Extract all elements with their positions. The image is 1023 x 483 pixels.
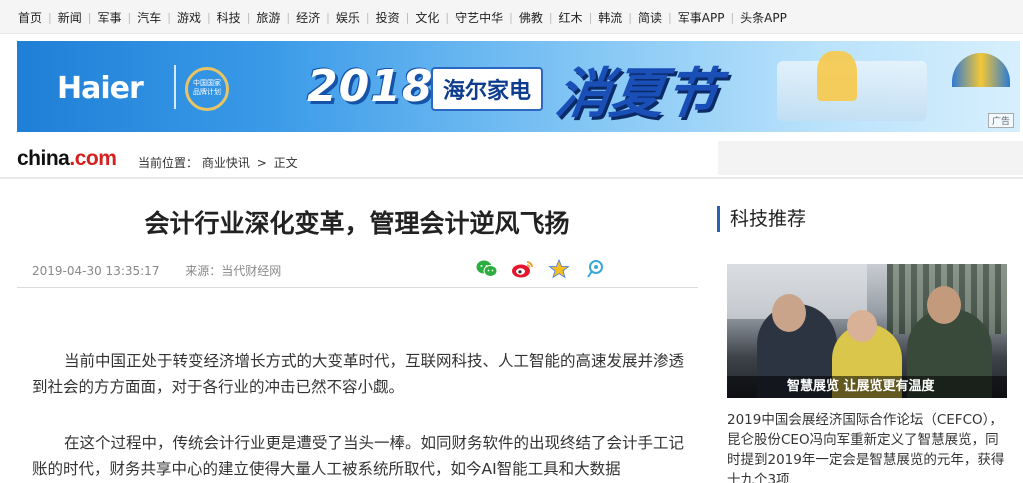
banner-ad[interactable]: Haier 中国国家品牌计划 2018 海尔家电 消夏节 广告 (17, 41, 1020, 132)
nav-separator: | (206, 10, 211, 24)
nav-link[interactable]: 汽车 (137, 9, 161, 26)
nav-separator: | (730, 10, 735, 24)
nav-link[interactable]: 文化 (415, 9, 439, 26)
nav-link[interactable]: 军事 (97, 9, 121, 26)
nav-separator: | (548, 10, 553, 24)
tencent-weibo-icon[interactable] (582, 257, 608, 281)
photo-person-head (772, 294, 806, 332)
nav-item[interactable]: | 佛教 (503, 9, 543, 26)
nav-separator: | (405, 10, 410, 24)
nav-item[interactable]: | 军事APP (662, 9, 724, 26)
nav-link[interactable]: 娱乐 (336, 9, 360, 26)
nav-link[interactable]: 佛教 (519, 9, 543, 26)
nav-item[interactable]: | 头条APP (724, 9, 786, 26)
nav-separator: | (365, 10, 370, 24)
nav-link[interactable]: 经济 (296, 9, 320, 26)
qzone-icon[interactable] (546, 257, 572, 281)
breadcrumb-section-link[interactable]: 商业快讯 (202, 156, 250, 170)
banner-umbrella-icon (952, 53, 1010, 87)
nav-separator: | (87, 10, 92, 24)
ad-tag: 广告 (987, 113, 1014, 128)
nav-item[interactable]: | 旅游 (241, 9, 281, 26)
site-logo[interactable]: china.com (17, 147, 117, 171)
nav-link[interactable]: 守艺中华 (455, 9, 503, 26)
nav-separator: | (509, 10, 513, 24)
nav-link[interactable]: 首页 (18, 9, 42, 26)
nav-separator: | (286, 10, 291, 24)
nav-list: 首页 | 新闻 | 军事 | 汽车 | 游戏 | 科技 | 旅游 | 经济 | 娱乐 | 投资 | 文化 | 守艺中华 | 佛教… (0, 0, 1023, 34)
article-meta: 2019-04-30 13:35:17 来源：当代财经网 (32, 262, 281, 279)
nav-separator: | (246, 10, 251, 24)
nav-separator: | (326, 10, 330, 24)
banner-festival: 消夏节 (551, 61, 723, 125)
nav-link[interactable]: 旅游 (256, 9, 280, 26)
breadcrumb-arrow: > (256, 156, 267, 170)
banner-year: 2018 (307, 61, 434, 112)
article-source: 来源：当代财经网 (185, 264, 282, 278)
article-title: 会计行业深化变革，管理会计逆风飞扬 (144, 209, 570, 238)
logo-main: china (17, 147, 70, 170)
nav-item[interactable]: | 投资 (360, 9, 400, 26)
breadcrumb-current: 正文 (273, 156, 298, 170)
nav-item[interactable]: | 守艺中华 (439, 9, 503, 26)
banner-brand: Haier (57, 71, 144, 106)
nav-item[interactable]: | 新闻 (42, 9, 82, 26)
banner-badge-icon: 中国国家品牌计划 (185, 67, 229, 111)
banner-people-image (817, 51, 857, 101)
nav-item[interactable]: | 经济 (280, 9, 320, 26)
nav-link[interactable]: 头条APP (740, 9, 787, 26)
nav-link[interactable]: 游戏 (177, 9, 201, 26)
nav-link[interactable]: 投资 (376, 9, 400, 26)
nav-separator: | (167, 10, 171, 24)
nav-separator: | (668, 10, 672, 24)
nav-item[interactable]: | 游戏 (161, 9, 201, 26)
article-paragraph: 在这个过程中，传统会计行业更是遭受了当头一棒。如同财务软件的出现终结了会计手工记… (32, 434, 685, 478)
nav-link[interactable]: 韩流 (598, 9, 622, 26)
banner-product: 海尔家电 (431, 67, 543, 111)
article-date: 2019-04-30 13:35:17 (32, 264, 160, 278)
header-right-strip (718, 141, 1023, 175)
nav-link[interactable]: 简读 (638, 9, 662, 26)
sidebar-title: 科技推荐 (717, 206, 806, 232)
sidebar-story-link[interactable]: 2019中国会展经济国际合作论坛（CEFCO），昆仑股份CEO冯向军重新定义了智… (727, 410, 1007, 483)
banner-divider (174, 65, 176, 109)
site-header: china.com 当前位置： 商业快讯 > 正文 (17, 141, 717, 175)
nav-item[interactable]: | 军事 (82, 9, 122, 26)
nav-link[interactable]: 军事APP (678, 9, 725, 26)
nav-link[interactable]: 红木 (559, 9, 583, 26)
top-nav: 首页 | 新闻 | 军事 | 汽车 | 游戏 | 科技 | 旅游 | 经济 | 娱乐 | 投资 | 文化 | 守艺中华 | 佛教… (0, 0, 1023, 34)
nav-separator: | (445, 10, 450, 24)
nav-separator: | (628, 10, 633, 24)
nav-separator: | (127, 10, 132, 24)
nav-link[interactable]: 新闻 (58, 9, 82, 26)
photo-person-head (927, 286, 961, 324)
header-divider (0, 177, 1023, 179)
nav-item[interactable]: | 文化 (400, 9, 440, 26)
nav-item[interactable]: | 红木 (543, 9, 583, 26)
nav-separator: | (588, 10, 593, 24)
share-bar (474, 257, 608, 281)
nav-item[interactable]: | 韩流 (583, 9, 623, 26)
breadcrumb: 当前位置： 商业快讯 > 正文 (138, 154, 298, 171)
nav-item[interactable]: 首页 (18, 9, 42, 26)
nav-link[interactable]: 科技 (217, 9, 241, 26)
nav-item[interactable]: | 娱乐 (320, 9, 360, 26)
nav-item[interactable]: | 简读 (622, 9, 662, 26)
weibo-icon[interactable] (510, 257, 536, 281)
wechat-icon[interactable] (474, 257, 500, 281)
nav-item[interactable]: | 科技 (201, 9, 241, 26)
logo-com: com (74, 147, 117, 170)
nav-item[interactable]: | 汽车 (121, 9, 161, 26)
photo-person-head (847, 310, 877, 342)
breadcrumb-prefix: 当前位置： (138, 156, 199, 170)
article-divider (17, 287, 698, 288)
article-paragraph: 当前中国正处于转变经济增长方式的大变革时代，互联网科技、人工智能的高速发展并渗透… (32, 352, 685, 396)
sidebar-photo[interactable]: 智慧展览 让展览更有温度 (727, 264, 1007, 398)
nav-separator: | (48, 10, 52, 24)
photo-caption: 智慧展览 让展览更有温度 (727, 376, 1007, 398)
banner-badge-text: 中国国家品牌计划 (193, 79, 221, 96)
